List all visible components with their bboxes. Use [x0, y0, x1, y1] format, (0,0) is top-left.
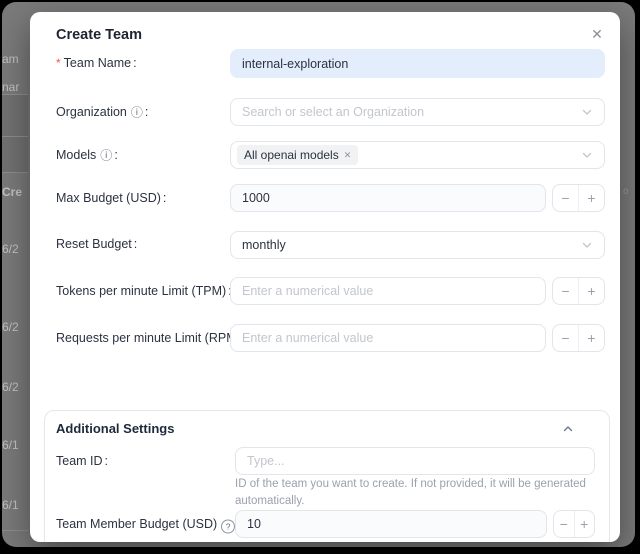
reset-budget-select[interactable]: monthly	[230, 231, 605, 259]
tpm-input[interactable]	[230, 277, 546, 305]
chevron-up-icon[interactable]	[562, 423, 574, 435]
rpm-label-text: Requests per minute Limit (RPM)	[56, 331, 241, 345]
label-colon: :	[134, 237, 137, 251]
max-budget-input[interactable]	[230, 184, 546, 212]
chevron-down-icon	[581, 239, 593, 251]
additional-settings-title[interactable]: Additional Settings	[56, 421, 174, 436]
decrement-button[interactable]: −	[553, 278, 578, 304]
team-id-label: Team ID:	[56, 452, 108, 470]
team-name-label-text: Team Name	[64, 56, 131, 70]
chevron-down-icon	[581, 106, 593, 118]
increment-button[interactable]: +	[575, 511, 595, 537]
max-budget-label-text: Max Budget (USD)	[56, 191, 161, 205]
reset-budget-label-text: Reset Budget	[56, 237, 132, 251]
organization-select[interactable]: Search or select an Organization	[230, 98, 605, 126]
increment-button[interactable]: +	[579, 325, 604, 351]
rpm-input[interactable]	[230, 324, 546, 352]
rpm-label: Requests per minute Limit (RPM):	[56, 329, 246, 347]
create-team-modal: Create Team ✕ *Team Name: Organization ⓘ:…	[30, 12, 620, 542]
bg-row-shade	[2, 137, 28, 172]
screen: am nar Cre 6/2 6/2 6/2 6/1 6/1 o Create …	[0, 0, 640, 554]
bg-table-fragment: nar	[2, 80, 19, 94]
models-label-text: Models	[56, 148, 96, 162]
max-budget-stepper: − +	[552, 184, 605, 212]
help-question-icon[interactable]: ?	[221, 520, 235, 534]
organization-label-text: Organization	[56, 105, 127, 119]
label-colon: :	[105, 454, 108, 468]
member-budget-label: Team Member Budget (USD)?:	[56, 515, 241, 533]
close-icon[interactable]: ✕	[586, 23, 608, 45]
bg-table-fragment: 6/1	[2, 498, 19, 512]
max-budget-label: Max Budget (USD):	[56, 189, 166, 207]
team-name-input[interactable]	[230, 49, 605, 78]
required-asterisk: *	[56, 56, 61, 70]
reset-budget-label: Reset Budget:	[56, 235, 137, 253]
organization-placeholder: Search or select an Organization	[242, 105, 581, 119]
bg-table-fragment: 6/2	[2, 242, 19, 256]
models-select[interactable]: All openai models ✕	[230, 141, 605, 169]
modal-title: Create Team	[56, 27, 142, 43]
organization-label: Organization ⓘ:	[56, 103, 148, 121]
bg-divider	[2, 172, 28, 173]
decrement-button[interactable]: −	[554, 511, 574, 537]
label-colon: :	[163, 191, 166, 205]
increment-button[interactable]: +	[579, 185, 604, 211]
bg-table-fragment: o	[623, 186, 629, 197]
model-tag: All openai models ✕	[237, 145, 358, 165]
decrement-button[interactable]: −	[553, 185, 578, 211]
chevron-down-icon	[581, 149, 593, 161]
model-tag-label: All openai models	[244, 148, 339, 162]
tag-close-icon[interactable]: ✕	[344, 150, 352, 161]
tpm-label: Tokens per minute Limit (TPM):	[56, 282, 232, 300]
label-colon: :	[133, 56, 136, 70]
reset-budget-value: monthly	[242, 238, 581, 252]
label-colon: :	[145, 105, 148, 119]
team-id-input[interactable]	[235, 447, 595, 475]
info-icon[interactable]: ⓘ	[131, 104, 143, 122]
bg-table-fragment: 6/2	[2, 380, 19, 394]
rpm-stepper: − +	[552, 324, 605, 352]
bg-table-fragment: 6/1	[2, 438, 19, 452]
team-name-label: *Team Name:	[56, 54, 137, 72]
increment-button[interactable]: +	[579, 278, 604, 304]
bg-table-fragment: am	[2, 52, 19, 66]
member-budget-input[interactable]	[235, 510, 547, 538]
team-id-help-text: ID of the team you want to create. If no…	[235, 476, 607, 510]
tpm-label-text: Tokens per minute Limit (TPM)	[56, 284, 226, 298]
bg-table-fragment: Cre	[2, 185, 22, 199]
member-budget-stepper: − +	[553, 510, 595, 538]
bg-divider	[2, 530, 28, 531]
bg-table-fragment: 6/2	[2, 320, 19, 334]
decrement-button[interactable]: −	[553, 325, 578, 351]
info-icon[interactable]: ⓘ	[100, 147, 112, 165]
bg-row-shade	[2, 95, 28, 136]
member-budget-label-text: Team Member Budget (USD)	[56, 517, 217, 531]
label-colon: :	[114, 148, 117, 162]
tpm-stepper: − +	[552, 277, 605, 305]
team-id-label-text: Team ID	[56, 454, 103, 468]
models-label: Models ⓘ:	[56, 146, 118, 164]
